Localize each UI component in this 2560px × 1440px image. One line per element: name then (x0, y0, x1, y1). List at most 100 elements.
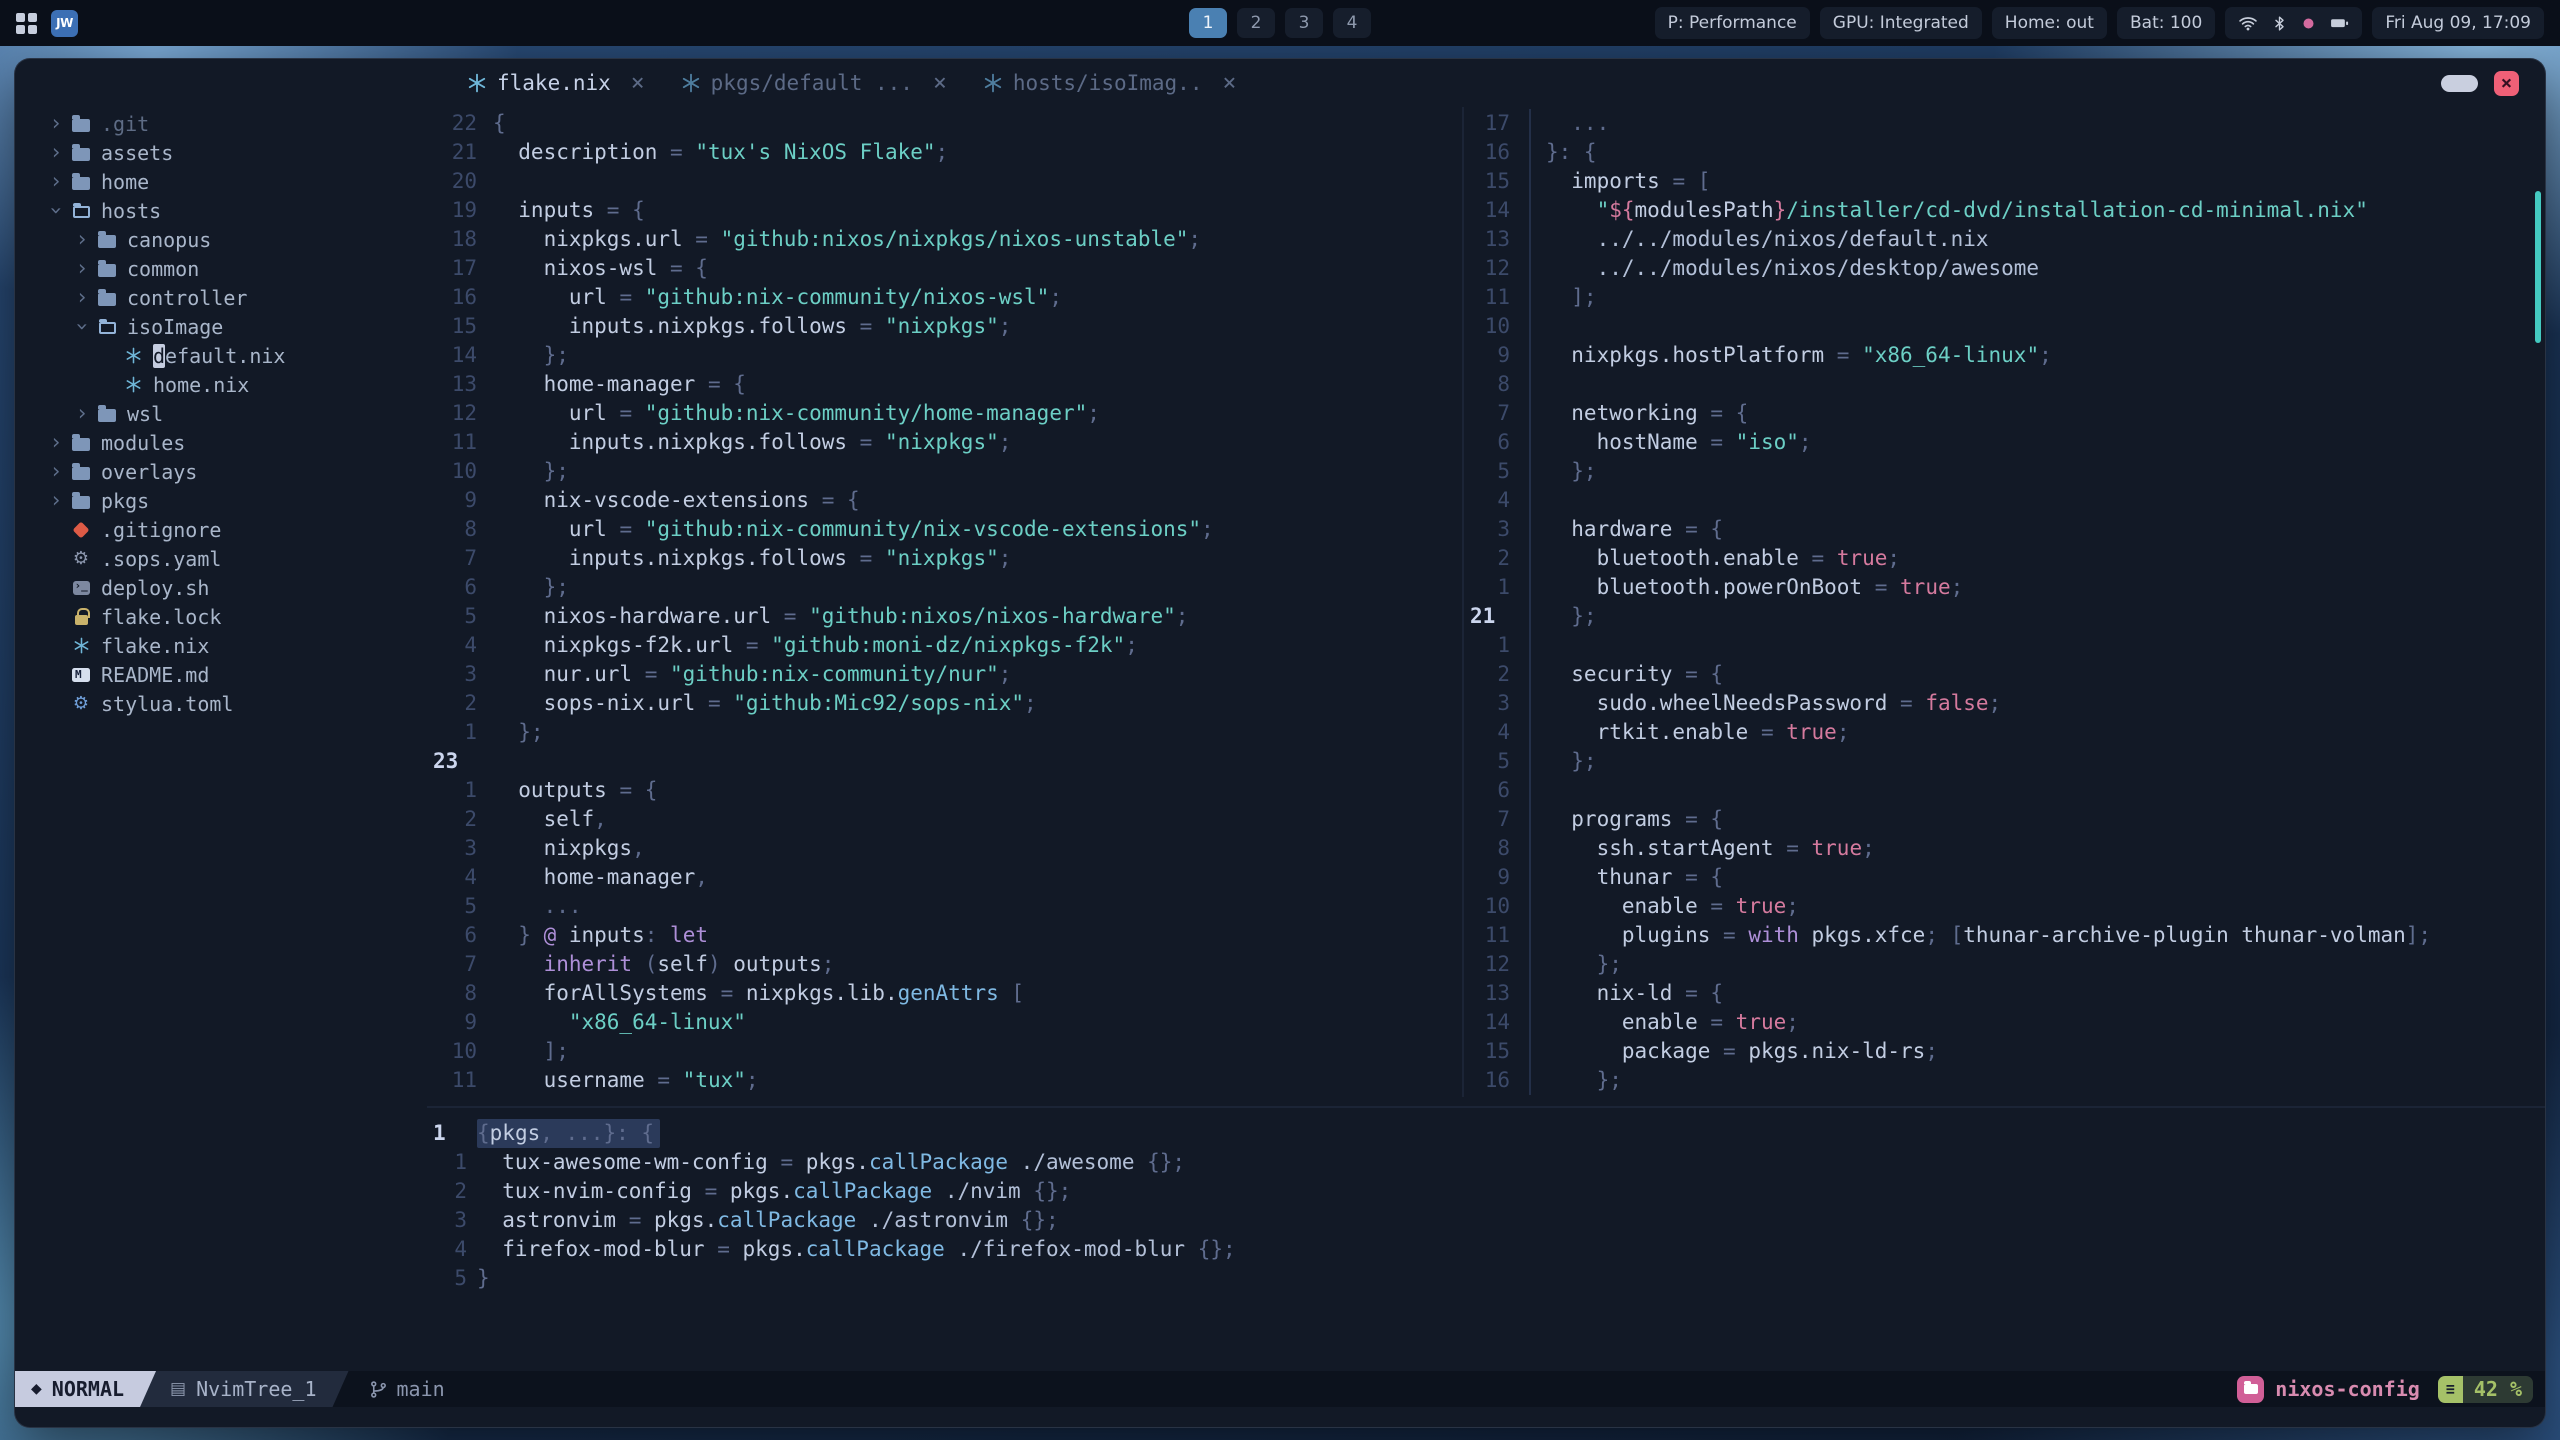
tab-close-icon[interactable]: × (933, 70, 947, 96)
code-line[interactable]: 1 outputs = { (427, 776, 1462, 805)
code-line[interactable]: 13 home-manager = { (427, 370, 1462, 399)
code-line[interactable]: 19 inputs = { (427, 196, 1462, 225)
code-line[interactable]: 12 url = "github:nix-community/home-mana… (427, 399, 1462, 428)
tab-close-icon[interactable]: × (631, 70, 645, 96)
code-line[interactable]: 3 astronvim = pkgs.callPackage ./astronv… (427, 1206, 2545, 1235)
code-line[interactable]: 10 (1464, 312, 2545, 341)
code-line[interactable]: 1 bluetooth.powerOnBoot = true; (1464, 573, 2545, 602)
workspace-button-2[interactable]: 2 (1237, 8, 1275, 38)
code-line[interactable]: 9 "x86_64-linux" (427, 1008, 1462, 1037)
code-line[interactable]: 23 (427, 747, 1462, 776)
apps-grid-icon[interactable] (16, 12, 37, 34)
tree-item-wsl[interactable]: › wsl (15, 399, 427, 428)
code-line[interactable]: 15 inputs.nixpkgs.follows = "nixpkgs"; (427, 312, 1462, 341)
code-line[interactable]: 5 nixos-hardware.url = "github:nixos/nix… (427, 602, 1462, 631)
command-line[interactable] (15, 1407, 2545, 1427)
tab-flake-nix[interactable]: flake.nix × (467, 70, 645, 96)
editor-pane-iso-default-nix[interactable]: 17 ... 16}: {15 imports = [14 "${modulesP… (1464, 107, 2545, 1097)
code-line[interactable]: 3 nur.url = "github:nix-community/nur"; (427, 660, 1462, 689)
editor-pane-flake-nix[interactable]: 22{21 description = "tux's NixOS Flake";… (427, 107, 1462, 1097)
code-line[interactable]: 5 }; (1464, 457, 2545, 486)
code-line[interactable]: 8 forAllSystems = nixpkgs.lib.genAttrs [ (427, 979, 1462, 1008)
code-line[interactable]: 9 nixpkgs.hostPlatform = "x86_64-linux"; (1464, 341, 2545, 370)
tree-item-.gitignore[interactable]: .gitignore (15, 515, 427, 544)
code-line[interactable]: 11 username = "tux"; (427, 1066, 1462, 1095)
code-line[interactable]: 17 nixos-wsl = { (427, 254, 1462, 283)
code-line[interactable]: 9 nix-vscode-extensions = { (427, 486, 1462, 515)
code-line[interactable]: 10 }; (427, 457, 1462, 486)
tree-item-pkgs[interactable]: › pkgs (15, 486, 427, 515)
code-line[interactable]: 11 plugins = with pkgs.xfce; [thunar-arc… (1464, 921, 2545, 950)
tree-item-home.nix[interactable]: home.nix (15, 370, 427, 399)
workspace-button-1[interactable]: 1 (1189, 8, 1227, 38)
code-line[interactable]: 3 sudo.wheelNeedsPassword = false; (1464, 689, 2545, 718)
code-line[interactable]: 2 sops-nix.url = "github:Mic92/sops-nix"… (427, 689, 1462, 718)
chevron-right-icon[interactable]: › (45, 171, 67, 192)
code-line[interactable]: 5 }; (1464, 747, 2545, 776)
tree-item-.git[interactable]: › .git (15, 109, 427, 138)
code-line[interactable]: 7 programs = { (1464, 805, 2545, 834)
chevron-down-icon[interactable]: › (45, 200, 69, 222)
tree-item-stylua.toml[interactable]: ⚙ stylua.toml (15, 689, 427, 718)
code-line[interactable]: 13 nix-ld = { (1464, 979, 2545, 1008)
code-line[interactable]: 4 home-manager, (427, 863, 1462, 892)
code-line[interactable]: 13 ../../modules/nixos/default.nix (1464, 225, 2545, 254)
tree-item-isoimage[interactable]: › isoImage (15, 312, 427, 341)
code-line[interactable]: 2 tux-nvim-config = pkgs.callPackage ./n… (427, 1177, 2545, 1206)
tree-item-modules[interactable]: › modules (15, 428, 427, 457)
clock[interactable]: Fri Aug 09, 17:09 (2372, 7, 2544, 39)
code-line[interactable]: 8 url = "github:nix-community/nix-vscode… (427, 515, 1462, 544)
code-line[interactable]: 2 security = { (1464, 660, 2545, 689)
code-line[interactable]: 16 }; (1464, 1066, 2545, 1095)
editor-pane-pkgs-default-nix[interactable]: 1 {pkgs, ...}: {1 tux-awesome-wm-config =… (427, 1117, 2545, 1371)
code-line[interactable]: 3 hardware = { (1464, 515, 2545, 544)
code-line[interactable]: 7 networking = { (1464, 399, 2545, 428)
horizontal-window-separator[interactable] (427, 1097, 2545, 1117)
chevron-right-icon[interactable]: › (45, 142, 67, 163)
chevron-right-icon[interactable]: › (45, 490, 67, 511)
code-line[interactable]: 5 ... (427, 892, 1462, 921)
code-line[interactable]: 12 ../../modules/nixos/desktop/awesome (1464, 254, 2545, 283)
code-line[interactable]: 11 ]; (1464, 283, 2545, 312)
chevron-right-icon[interactable]: › (45, 432, 67, 453)
code-line[interactable]: 15 imports = [ (1464, 167, 2545, 196)
chevron-right-icon[interactable]: › (71, 403, 93, 424)
chevron-down-icon[interactable]: › (71, 316, 95, 338)
tree-item-flake.nix[interactable]: flake.nix (15, 631, 427, 660)
tree-item-common[interactable]: › common (15, 254, 427, 283)
tree-item-home[interactable]: › home (15, 167, 427, 196)
tree-item-controller[interactable]: › controller (15, 283, 427, 312)
code-line[interactable]: 16 url = "github:nix-community/nixos-wsl… (427, 283, 1462, 312)
media-dot-icon[interactable] (2301, 16, 2316, 31)
code-line[interactable]: 4 firefox-mod-blur = pkgs.callPackage ./… (427, 1235, 2545, 1264)
code-line[interactable]: 6 hostName = "iso"; (1464, 428, 2545, 457)
code-line[interactable]: 9 thunar = { (1464, 863, 2545, 892)
code-line[interactable]: 10 enable = true; (1464, 892, 2545, 921)
tree-item-assets[interactable]: › assets (15, 138, 427, 167)
tree-item-hosts[interactable]: › hosts (15, 196, 427, 225)
code-line[interactable]: 4 (1464, 486, 2545, 515)
code-line[interactable]: 6 } @ inputs: let (427, 921, 1462, 950)
code-line[interactable]: 7 inputs.nixpkgs.follows = "nixpkgs"; (427, 544, 1462, 573)
code-line[interactable]: 1 (1464, 631, 2545, 660)
workspace-button-3[interactable]: 3 (1285, 8, 1323, 38)
code-line[interactable]: 11 inputs.nixpkgs.follows = "nixpkgs"; (427, 428, 1462, 457)
tree-item-deploy.sh[interactable]: deploy.sh (15, 573, 427, 602)
close-icon[interactable]: × (2494, 70, 2519, 96)
code-line[interactable]: 20 (427, 167, 1462, 196)
code-line[interactable]: 14 }; (427, 341, 1462, 370)
code-line[interactable]: 12 }; (1464, 950, 2545, 979)
battery-icon[interactable] (2329, 13, 2349, 33)
workspace-button-4[interactable]: 4 (1333, 8, 1371, 38)
code-line[interactable]: 6 (1464, 776, 2545, 805)
tab-close-icon[interactable]: × (1222, 70, 1236, 96)
code-line[interactable]: 1 {pkgs, ...}: { (427, 1119, 2545, 1148)
chevron-right-icon[interactable]: › (45, 461, 67, 482)
tree-item-readme.md[interactable]: README.md (15, 660, 427, 689)
code-line[interactable]: 10 ]; (427, 1037, 1462, 1066)
code-line[interactable]: 7 inherit (self) outputs; (427, 950, 1462, 979)
code-line[interactable]: 8 ssh.startAgent = true; (1464, 834, 2545, 863)
bluetooth-icon[interactable] (2271, 15, 2288, 32)
code-line[interactable]: 3 nixpkgs, (427, 834, 1462, 863)
code-line[interactable]: 21 }; (1464, 602, 2545, 631)
